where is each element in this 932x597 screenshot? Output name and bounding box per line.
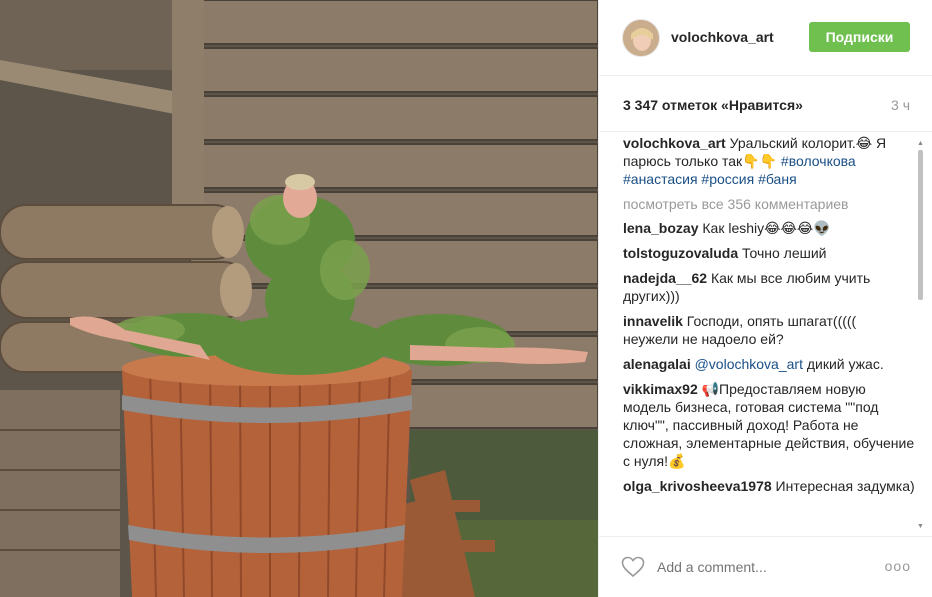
- caption-author[interactable]: volochkova_art: [623, 135, 726, 151]
- comment-author[interactable]: nadejda__62: [623, 270, 707, 286]
- comment-text: дикий ужас.: [802, 356, 884, 372]
- list-item: lena_bozay Как leshiy😂😂😂👽: [623, 219, 915, 237]
- post-details-panel: volochkova_art Подписки 3 347 отметок «Н…: [598, 0, 932, 597]
- caption: volochkova_art Уральский колорит.😂 Я пар…: [623, 134, 915, 188]
- username-link[interactable]: volochkova_art: [671, 29, 774, 45]
- likes-row: 3 347 отметок «Нравится» 3 ч: [599, 76, 932, 132]
- list-item: tolstoguzovaluda Точно леший: [623, 244, 915, 262]
- comment-text: Интересная задумка): [771, 478, 915, 494]
- post-time[interactable]: 3 ч: [891, 97, 910, 113]
- scrollbar-thumb[interactable]: [918, 150, 923, 300]
- comment-text: Как leshiy😂😂😂👽: [698, 220, 831, 236]
- likes-count[interactable]: 3 347 отметок «Нравится»: [623, 97, 803, 113]
- list-item: nadejda__62 Как мы все любим учить други…: [623, 269, 915, 305]
- comment-author[interactable]: vikkimax92: [623, 381, 698, 397]
- avatar[interactable]: [622, 19, 660, 57]
- comment-author[interactable]: innavelik: [623, 313, 683, 329]
- comments-scrollbar[interactable]: ▲ ▼: [917, 140, 924, 530]
- post-photo[interactable]: [0, 0, 598, 597]
- comment-author[interactable]: tolstoguzovaluda: [623, 245, 738, 261]
- heart-icon-graphic: [621, 556, 645, 578]
- scroll-down-arrow-icon[interactable]: ▼: [917, 523, 924, 530]
- comment-author[interactable]: lena_bozay: [623, 220, 698, 236]
- comment-text: Точно леший: [738, 245, 827, 261]
- post-footer: ооо: [599, 536, 932, 597]
- more-icon[interactable]: ооо: [885, 558, 911, 574]
- list-item: innavelik Господи, опять шпагат((((( неу…: [623, 312, 915, 348]
- add-comment-input[interactable]: [657, 557, 877, 577]
- list-item: vikkimax92 📢Предоставляем новую модель б…: [623, 380, 915, 470]
- avatar-image: [623, 20, 659, 56]
- post-header: volochkova_art Подписки: [599, 0, 932, 76]
- comment-author[interactable]: olga_krivosheeva1978: [623, 478, 772, 494]
- heart-icon[interactable]: [621, 556, 645, 578]
- follow-button[interactable]: Подписки: [809, 22, 910, 52]
- view-all-comments-link[interactable]: посмотреть все 356 комментариев: [623, 195, 915, 213]
- comment-mention[interactable]: @volochkova_art: [691, 356, 803, 372]
- instagram-post-modal: volochkova_art Подписки 3 347 отметок «Н…: [0, 0, 932, 597]
- comment-author[interactable]: alenagalai: [623, 356, 691, 372]
- photo-illustration: [0, 0, 598, 597]
- comments-list[interactable]: volochkova_art Уральский колорит.😂 Я пар…: [623, 134, 915, 530]
- list-item: olga_krivosheeva1978 Интересная задумка): [623, 477, 915, 495]
- scroll-up-arrow-icon[interactable]: ▲: [917, 140, 924, 147]
- list-item: alenagalai @volochkova_art дикий ужас.: [623, 355, 915, 373]
